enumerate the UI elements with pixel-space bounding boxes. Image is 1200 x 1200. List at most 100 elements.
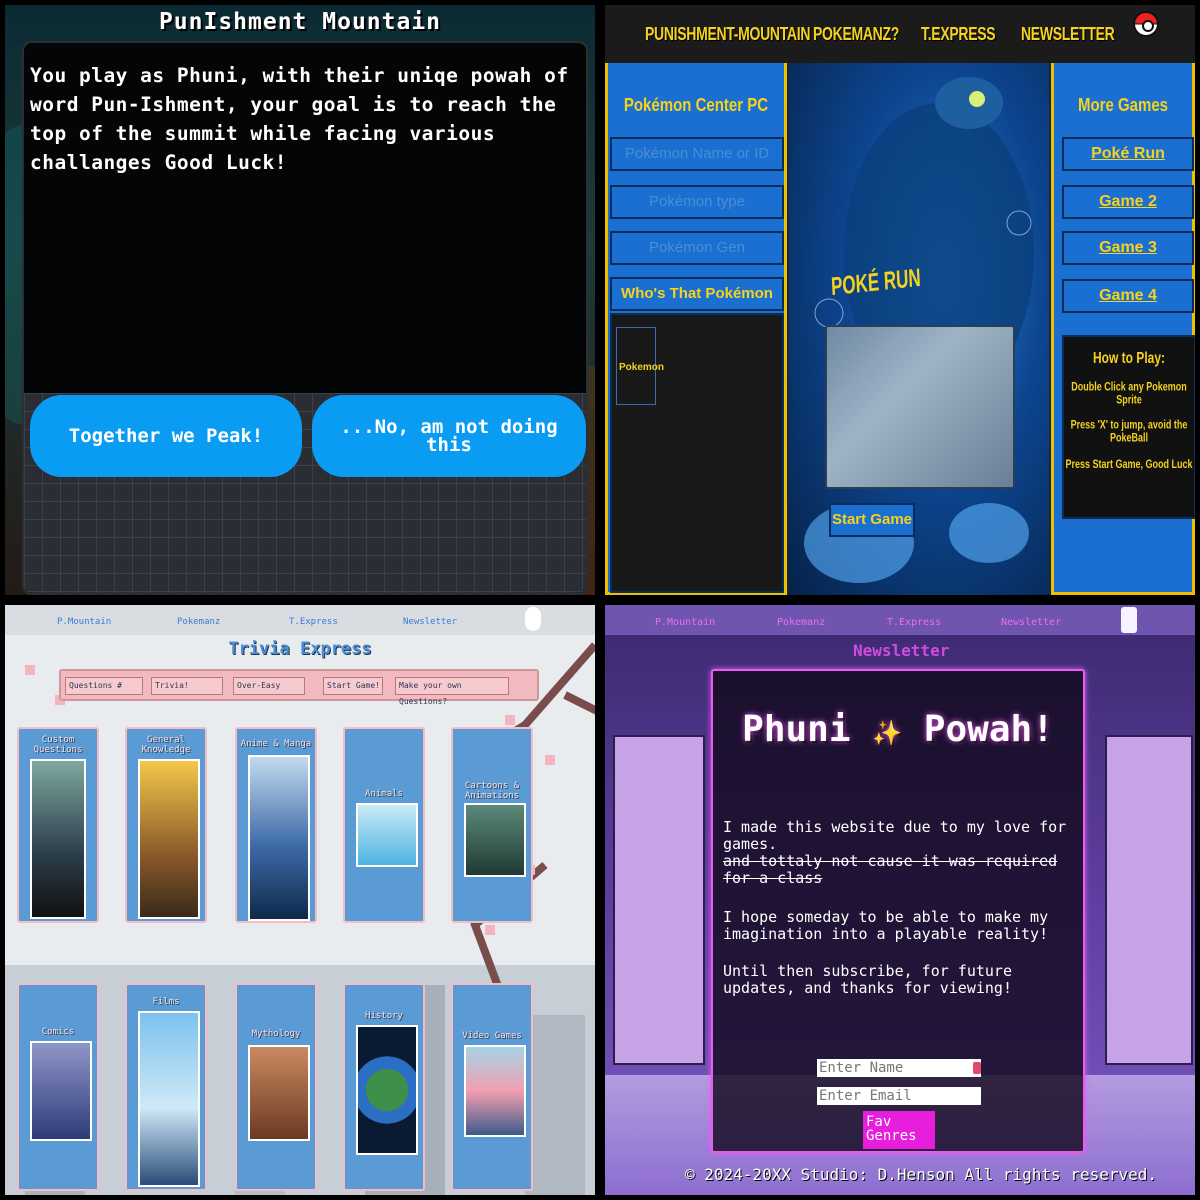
- email-input[interactable]: Enter Email: [817, 1087, 981, 1105]
- category-image: [356, 1025, 418, 1155]
- pokemon-card-label: Pokemon: [619, 362, 665, 373]
- category-label: Anime & Manga: [240, 739, 312, 749]
- pokemon-center-sidebar: Pokémon Center PC Pokémon Name or ID Pok…: [605, 63, 787, 595]
- newsletter-panel: P.Mountain Pokemanz T.Express Newsletter…: [605, 605, 1195, 1195]
- footer-copyright: © 2024-20XX Studio: D.Henson All rights …: [685, 1165, 1158, 1184]
- how-to-play-box: How to Play: Double Click any Pokemon Sp…: [1062, 335, 1195, 519]
- category-image: [464, 803, 526, 877]
- sparkle-icon: ✨: [872, 719, 903, 747]
- category-image: [464, 1045, 526, 1137]
- whos-that-pokemon-button[interactable]: Who's That Pokémon: [610, 277, 784, 311]
- game-link-4[interactable]: Game 4: [1062, 279, 1194, 313]
- category-image: [30, 759, 86, 919]
- start-game-button[interactable]: Start Game: [829, 503, 915, 537]
- category-card-films[interactable]: Films: [125, 983, 207, 1191]
- game-link-poke-run[interactable]: Poké Run: [1062, 137, 1194, 171]
- decline-button[interactable]: ...No, am not doing this: [312, 395, 586, 477]
- intro-paragraph: I made this website due to my love for g…: [723, 819, 1077, 887]
- pokemon-gen-input[interactable]: Pokémon Gen: [610, 231, 784, 265]
- nav-t-express[interactable]: T.Express: [887, 617, 941, 628]
- questions-number-input[interactable]: Questions #: [65, 677, 143, 695]
- category-label: Video Games: [462, 1031, 522, 1041]
- nav-pokemanz[interactable]: Pokemanz: [777, 617, 825, 628]
- game-title: PunIshment Mountain: [158, 9, 442, 35]
- how-to-step: Press Start Game, Good Luck: [1065, 457, 1193, 471]
- pokemon-card[interactable]: Pokemon: [616, 327, 664, 405]
- category-card-cartoons[interactable]: Cartoons & Animations: [451, 727, 533, 923]
- category-image: [138, 1011, 200, 1187]
- top-nav: P.Mountain Pokemanz T.Express Newsletter: [5, 605, 595, 635]
- title-left: Phuni: [742, 709, 851, 750]
- trivia-type-select[interactable]: Trivia!: [151, 677, 223, 695]
- category-image: [30, 1041, 92, 1141]
- how-to-step: Double Click any Pokemon Sprite: [1071, 380, 1187, 406]
- fav-genres-button[interactable]: Fav Genres: [863, 1111, 935, 1149]
- category-card-history[interactable]: History: [343, 983, 425, 1191]
- category-label: General Knowledge: [141, 735, 191, 755]
- category-card-comics[interactable]: Comics: [17, 983, 99, 1191]
- category-card-anime-manga[interactable]: Anime & Manga: [235, 727, 317, 923]
- nav-newsletter[interactable]: Newsletter: [1001, 617, 1061, 628]
- title-right: Powah!: [923, 709, 1054, 750]
- pokemon-center-heading: Pokémon Center PC: [623, 95, 769, 116]
- nav-p-mountain[interactable]: P.Mountain: [57, 617, 111, 627]
- nav-pokemanz[interactable]: POKEMANZ?: [813, 22, 899, 44]
- arcade-cabinet-right: [1105, 735, 1193, 1065]
- nav-t-express[interactable]: T.Express: [289, 617, 338, 627]
- name-input[interactable]: Enter Name: [817, 1059, 981, 1077]
- page-title: Phuni ✨ Powah!: [713, 709, 1083, 750]
- category-label: Animals: [365, 789, 403, 799]
- pokemon-name-input[interactable]: Pokémon Name or ID: [610, 137, 784, 171]
- nav-t-express[interactable]: T.EXPRESS: [921, 22, 996, 44]
- category-image: [248, 1045, 310, 1141]
- more-games-heading: More Games: [1077, 95, 1169, 116]
- category-label: Custom Questions: [33, 735, 83, 755]
- custom-questions-input[interactable]: Make your own Questions?: [395, 677, 509, 706]
- category-card-custom-questions[interactable]: Custom Questions: [17, 727, 99, 923]
- category-label: Cartoons & Animations: [464, 781, 520, 801]
- subscribe-paragraph: Until then subscribe, for future updates…: [723, 962, 1012, 997]
- together-we-peak-button[interactable]: Together we Peak!: [30, 395, 302, 477]
- lightbulb-icon[interactable]: [1121, 607, 1137, 633]
- category-image: [356, 803, 418, 867]
- nav-newsletter[interactable]: Newsletter: [403, 617, 457, 627]
- how-to-step: Press 'X' to jump, avoid the PokeBall: [1070, 418, 1188, 444]
- category-card-general-knowledge[interactable]: General Knowledge: [125, 727, 207, 923]
- arcade-cabinet-left: [613, 735, 705, 1065]
- trivia-controls: Questions # Trivia! Over-Easy Start Game…: [59, 669, 539, 706]
- pokemon-type-input[interactable]: Pokémon type: [610, 185, 784, 219]
- nav-pokemanz[interactable]: Pokemanz: [177, 617, 220, 627]
- game-screen[interactable]: [825, 325, 1015, 489]
- toggle-icon[interactable]: [525, 607, 541, 631]
- category-card-video-games[interactable]: Video Games: [451, 983, 533, 1191]
- autofill-icon: [973, 1062, 981, 1074]
- category-label: Mythology: [251, 1029, 301, 1039]
- intro-line: I made this website due to my love for g…: [723, 818, 1067, 853]
- page-subtitle: Newsletter: [853, 641, 950, 660]
- nav-punishment-mountain[interactable]: PUNISHMENT-MOUNTAIN: [645, 22, 810, 44]
- category-image: [248, 755, 310, 921]
- top-nav: PUNISHMENT-MOUNTAIN POKEMANZ? T.EXPRESS …: [605, 5, 1195, 63]
- strikethrough-line: and tottaly not cause it was required fo…: [723, 852, 1058, 887]
- category-image: [138, 759, 200, 919]
- page-title: Trivia Express: [228, 639, 372, 659]
- pokemanz-panel: PUNISHMENT-MOUNTAIN POKEMANZ? T.EXPRESS …: [605, 5, 1195, 595]
- punishment-mountain-panel: PunIshment Mountain You play as Phuni, w…: [5, 5, 595, 595]
- game-link-2[interactable]: Game 2: [1062, 185, 1194, 219]
- top-nav: P.Mountain Pokemanz T.Express Newsletter: [605, 605, 1195, 635]
- trivia-express-panel: P.Mountain Pokemanz T.Express Newsletter…: [5, 605, 595, 1195]
- dialog-box: You play as Phuni, with their uniqe powa…: [22, 41, 588, 595]
- newsletter-box: Phuni ✨ Powah! I made this website due t…: [711, 669, 1085, 1153]
- difficulty-select[interactable]: Over-Easy: [233, 677, 305, 695]
- category-label: Films: [152, 997, 180, 1007]
- start-game-button[interactable]: Start Game!: [323, 677, 383, 695]
- nav-p-mountain[interactable]: P.Mountain: [655, 617, 715, 628]
- category-label: Comics: [41, 1027, 75, 1037]
- category-card-mythology[interactable]: Mythology: [235, 983, 317, 1191]
- category-card-animals[interactable]: Animals: [343, 727, 425, 923]
- nav-newsletter[interactable]: NEWSLETTER: [1021, 22, 1115, 44]
- pokeball-icon[interactable]: [1133, 11, 1159, 37]
- game-link-3[interactable]: Game 3: [1062, 231, 1194, 265]
- pokedex-results: Pokemon: [610, 313, 784, 593]
- intro-text: You play as Phuni, with their uniqe powa…: [30, 64, 569, 174]
